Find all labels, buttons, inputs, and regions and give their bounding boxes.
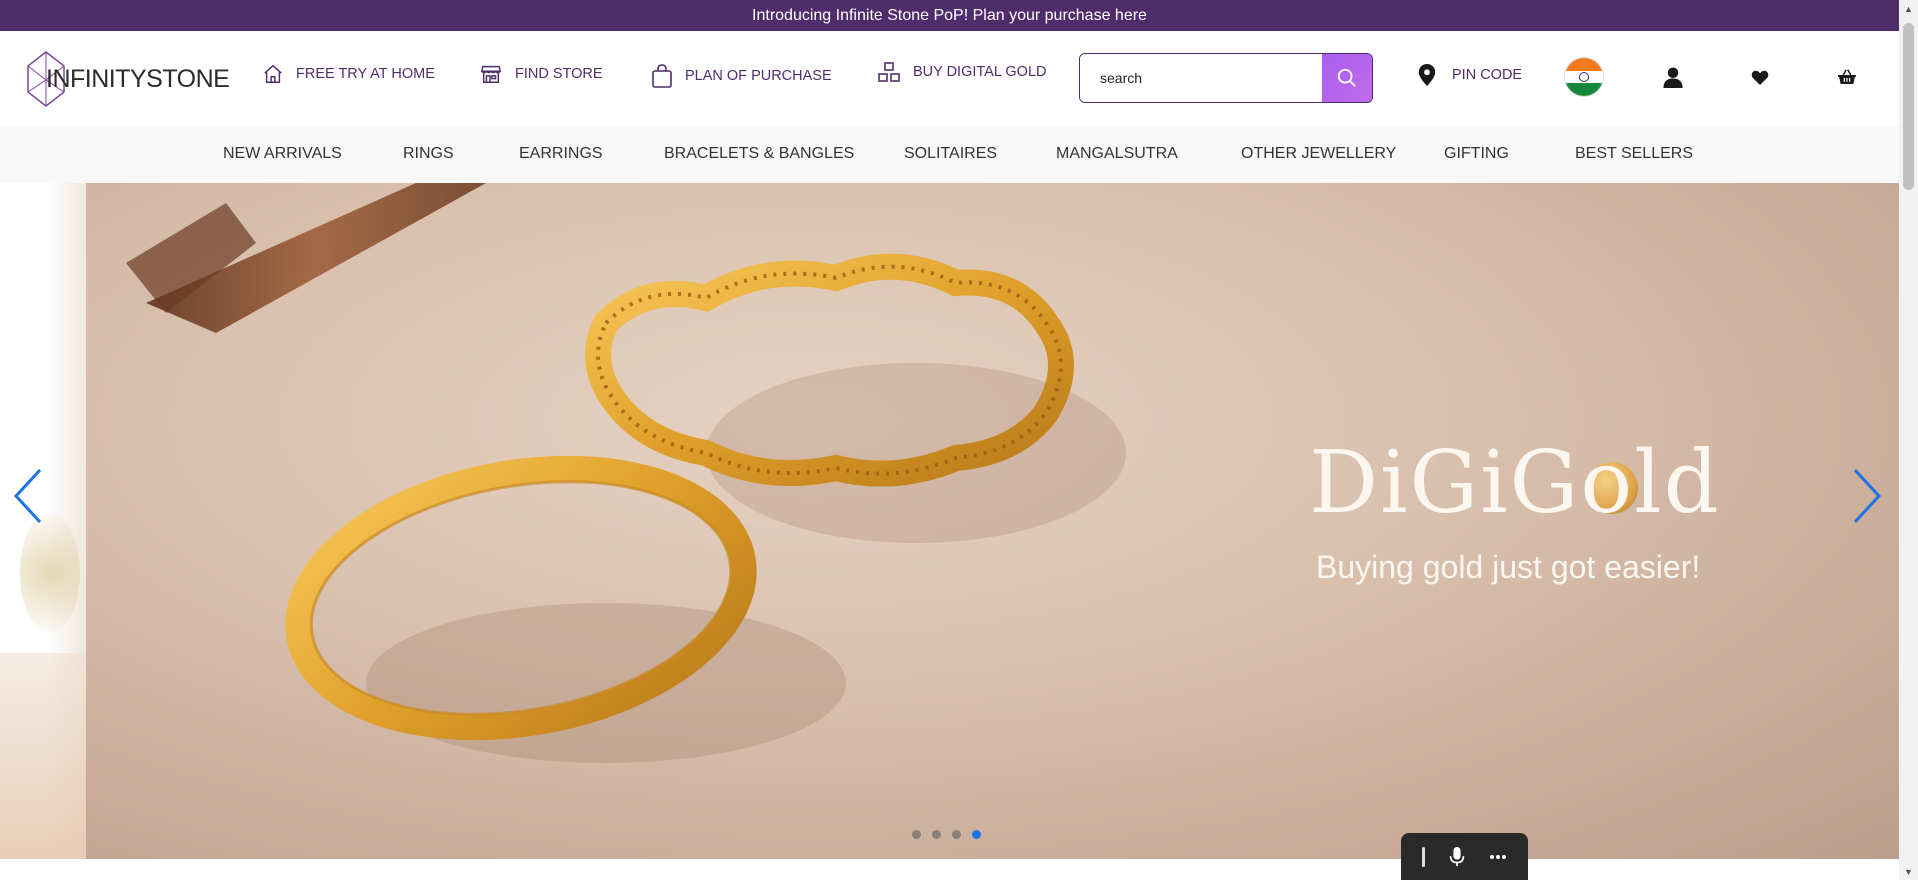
nav-buy-digital-gold[interactable]: BUY DIGITAL GOLD <box>877 61 1047 83</box>
nav-label[interactable]: FREE TRY AT HOME <box>296 66 435 82</box>
page: Introducing Infinite Stone PoP! Plan you… <box>0 0 1918 880</box>
carousel-dot[interactable] <box>952 830 961 839</box>
scroll-up-arrow-icon[interactable]: ▲ <box>1899 0 1918 17</box>
pin-code-label[interactable]: PIN CODE <box>1452 67 1522 83</box>
carousel-dot-active[interactable] <box>972 830 981 839</box>
carousel-pagination <box>912 830 981 839</box>
search-icon <box>1337 68 1356 87</box>
chevron-right-icon <box>1853 468 1882 524</box>
location-pin-icon <box>1418 64 1436 86</box>
grip-icon[interactable] <box>1422 846 1426 867</box>
microphone-icon[interactable] <box>1448 846 1466 868</box>
more-icon[interactable] <box>1489 854 1507 860</box>
basket-icon[interactable] <box>1838 68 1856 85</box>
carousel-next-button[interactable] <box>1847 466 1887 526</box>
category-best-sellers[interactable]: BEST SELLERS <box>1575 145 1693 163</box>
gold-bars-icon <box>878 62 900 82</box>
carousel-prev-button[interactable] <box>8 466 48 526</box>
hero-subtitle: Buying gold just got easier! <box>1316 549 1701 585</box>
category-other-jewellery[interactable]: OTHER JEWELLERY <box>1241 145 1396 163</box>
site-header: INFINITYSTONE FREE TRY AT HOME FIND STOR… <box>0 31 1899 126</box>
home-icon <box>264 64 282 83</box>
announcement-text[interactable]: Introducing Infinite Stone PoP! Plan you… <box>752 7 1147 25</box>
floating-voice-toolbar <box>1401 833 1528 880</box>
india-flag-icon[interactable] <box>1565 58 1603 96</box>
scroll-down-arrow-icon[interactable]: ▼ <box>1899 863 1918 880</box>
chevron-left-icon <box>13 468 42 524</box>
user-icon[interactable] <box>1663 67 1683 88</box>
category-earrings[interactable]: EARRINGS <box>519 145 603 163</box>
store-icon <box>480 65 502 83</box>
heart-icon[interactable] <box>1751 69 1769 86</box>
category-bracelets-bangles[interactable]: BRACELETS & BANGLES <box>664 145 854 163</box>
nav-label[interactable]: BUY DIGITAL GOLD <box>913 64 1047 80</box>
category-gifting[interactable]: GIFTING <box>1444 145 1509 163</box>
search-button[interactable] <box>1322 54 1372 102</box>
carousel-dot[interactable] <box>912 830 921 839</box>
page-scrollbar[interactable]: ▲ ▼ <box>1899 0 1918 880</box>
category-mangalsutra[interactable]: MANGALSUTRA <box>1056 145 1178 163</box>
announcement-bar[interactable]: Introducing Infinite Stone PoP! Plan you… <box>0 0 1899 31</box>
hero-title: DiGiGold <box>1309 433 1721 533</box>
carousel-dot[interactable] <box>932 830 941 839</box>
category-rings[interactable]: RINGS <box>403 145 454 163</box>
category-nav: NEW ARRIVALS RINGS EARRINGS BRACELETS & … <box>0 126 1899 183</box>
category-new-arrivals[interactable]: NEW ARRIVALS <box>223 145 342 163</box>
category-solitaires[interactable]: SOLITAIRES <box>904 145 997 163</box>
scrollbar-thumb[interactable] <box>1903 23 1914 190</box>
search-box <box>1079 53 1373 103</box>
nav-label[interactable]: FIND STORE <box>515 66 603 82</box>
nav-label[interactable]: PLAN OF PURCHASE <box>685 68 832 84</box>
search-input[interactable] <box>1080 54 1322 102</box>
hero-carousel: DiGiGold Buying gold just got easier! <box>0 183 1899 859</box>
nav-plan-of-purchase[interactable]: PLAN OF PURCHASE <box>651 63 832 89</box>
pin-code-button[interactable]: PIN CODE <box>1418 64 1522 86</box>
shopping-bag-icon <box>652 64 672 88</box>
logo-text[interactable]: INFINITYSTONE <box>46 65 230 94</box>
logo[interactable]: INFINITYSTONE <box>26 49 230 109</box>
nav-find-store[interactable]: FIND STORE <box>479 63 603 85</box>
nav-free-try-at-home[interactable]: FREE TRY AT HOME <box>262 63 435 85</box>
hero-slide[interactable]: DiGiGold Buying gold just got easier! <box>86 183 1899 859</box>
